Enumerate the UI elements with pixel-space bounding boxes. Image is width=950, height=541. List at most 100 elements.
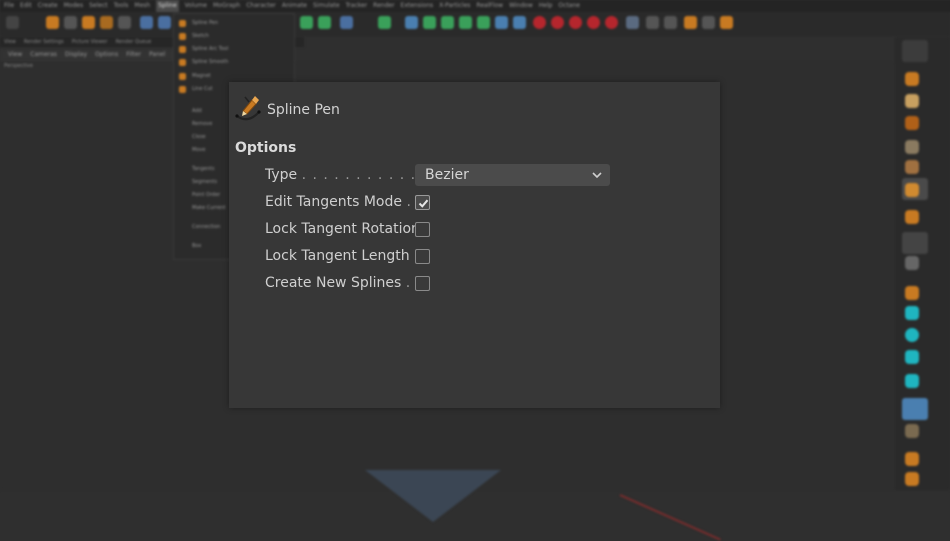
menu-item-line-cut[interactable]: Line Cut: [192, 86, 213, 92]
palette-orange-icon[interactable]: [905, 183, 919, 197]
viewport-menu-view[interactable]: View: [8, 49, 22, 61]
toolbar-icon[interactable]: [702, 16, 715, 29]
toolbar-blue-icon[interactable]: [405, 16, 418, 29]
viewport-menu-panel[interactable]: Panel: [149, 49, 165, 61]
menu-modes[interactable]: Modes: [64, 0, 83, 12]
toolbar-green-icon[interactable]: [423, 16, 436, 29]
menu-edit[interactable]: Edit: [20, 0, 32, 12]
toolbar-orange-icon[interactable]: [720, 16, 733, 29]
menu-xparticles[interactable]: X-Particles: [439, 0, 470, 12]
menu-octane[interactable]: Octane: [558, 0, 580, 12]
toolbar-tool-icon[interactable]: [64, 16, 77, 29]
toolbar-green-icon[interactable]: [378, 16, 391, 29]
toolbar-red-icon[interactable]: [533, 16, 546, 29]
viewport-menu-display[interactable]: Display: [65, 49, 87, 61]
toolbar-tool-icon[interactable]: [118, 16, 131, 29]
toolbar-blue-icon[interactable]: [340, 16, 353, 29]
menu-create[interactable]: Create: [38, 0, 58, 12]
viewport-menu-filter[interactable]: Filter: [126, 49, 141, 61]
viewport-menu-options[interactable]: Options: [95, 49, 118, 61]
toolbar-red-icon[interactable]: [587, 16, 600, 29]
toolbar-tool-icon[interactable]: [158, 16, 171, 29]
toolbar-tool-icon[interactable]: [82, 16, 95, 29]
menu-character[interactable]: Character: [246, 0, 276, 12]
palette-icon[interactable]: [905, 94, 919, 108]
menu-animate[interactable]: Animate: [282, 0, 307, 12]
menu-spline[interactable]: Spline: [156, 0, 179, 12]
menu-tools[interactable]: Tools: [114, 0, 129, 12]
menu-item-sketch[interactable]: Sketch: [192, 33, 209, 39]
menu-item-spline-pen[interactable]: Spline Pen: [192, 20, 218, 26]
toolbar-icon[interactable]: [626, 16, 639, 29]
undo-button[interactable]: [6, 16, 19, 29]
menu-simulate[interactable]: Simulate: [313, 0, 340, 12]
palette-teal-icon[interactable]: [905, 306, 919, 320]
toolbar-tool-icon[interactable]: [140, 16, 153, 29]
palette-teal-icon[interactable]: [905, 328, 919, 342]
palette-icon[interactable]: [905, 256, 919, 270]
menu-item-remove[interactable]: Remove: [192, 121, 212, 127]
menu-item-tangents[interactable]: Tangents: [192, 166, 214, 172]
tab-render-settings[interactable]: Render Settings: [24, 37, 64, 47]
palette-button[interactable]: [902, 232, 928, 254]
toolbar-red-icon[interactable]: [569, 16, 582, 29]
menu-file[interactable]: File: [4, 0, 14, 12]
toolbar-blue-icon[interactable]: [495, 16, 508, 29]
menu-extensions[interactable]: Extensions: [401, 0, 434, 12]
toolbar-icon[interactable]: [664, 16, 677, 29]
menu-item-point-order[interactable]: Point Order: [192, 192, 220, 198]
toolbar-green-icon[interactable]: [441, 16, 454, 29]
toolbar-green-icon[interactable]: [459, 16, 472, 29]
palette-icon[interactable]: [905, 140, 919, 154]
palette-teal-icon[interactable]: [905, 350, 919, 364]
palette-button[interactable]: [902, 398, 928, 420]
palette-orange-icon[interactable]: [905, 210, 919, 224]
palette-orange-icon[interactable]: [905, 472, 919, 486]
toolbar-red-icon[interactable]: [605, 16, 618, 29]
toolbar-tool-icon[interactable]: [100, 16, 113, 29]
menu-item-close[interactable]: Close: [192, 134, 206, 140]
menu-item-make-current[interactable]: Make Current: [192, 205, 226, 211]
edit-tangents-mode-checkbox[interactable]: [415, 195, 430, 210]
menu-window[interactable]: Window: [509, 0, 533, 12]
menu-select[interactable]: Select: [89, 0, 108, 12]
toolbar-red-icon[interactable]: [551, 16, 564, 29]
lock-tangent-length-checkbox[interactable]: [415, 249, 430, 264]
toolbar-tool-icon[interactable]: [46, 16, 59, 29]
menu-render[interactable]: Render: [373, 0, 394, 12]
palette-orange-icon[interactable]: [905, 286, 919, 300]
toolbar-green-icon[interactable]: [300, 16, 313, 29]
tab-picture-viewer[interactable]: Picture Viewer: [72, 37, 108, 47]
palette-orange-icon[interactable]: [905, 72, 919, 86]
toolbar-green-icon[interactable]: [318, 16, 331, 29]
tab-view[interactable]: View: [4, 37, 16, 47]
create-new-splines-checkbox[interactable]: [415, 276, 430, 291]
palette-button[interactable]: [902, 40, 928, 62]
menu-item-spline-smooth[interactable]: Spline Smooth: [192, 59, 228, 65]
menu-item-magnet[interactable]: Magnet: [192, 73, 211, 79]
tab-render-queue[interactable]: Render Queue: [116, 37, 152, 47]
type-select[interactable]: Bezier: [415, 164, 610, 186]
toolbar-green-icon[interactable]: [477, 16, 490, 29]
menu-item-spline-arc[interactable]: Spline Arc Tool: [192, 46, 228, 52]
palette-teal-icon[interactable]: [905, 374, 919, 388]
toolbar-icon[interactable]: [646, 16, 659, 29]
menu-item-connection[interactable]: Connection: [192, 224, 220, 230]
lock-tangent-rotation-checkbox[interactable]: [415, 222, 430, 237]
menu-volume[interactable]: Volume: [185, 0, 207, 12]
menu-realflow[interactable]: RealFlow: [476, 0, 503, 12]
menu-tracker[interactable]: Tracker: [346, 0, 368, 12]
menu-item-segments[interactable]: Segments: [192, 179, 217, 185]
palette-icon[interactable]: [905, 116, 919, 130]
viewport-menu-cameras[interactable]: Cameras: [30, 49, 57, 61]
menu-mograph[interactable]: MoGraph: [213, 0, 240, 12]
menu-item-move[interactable]: Move: [192, 147, 205, 153]
menu-item-box[interactable]: Box: [192, 243, 201, 249]
menu-mesh[interactable]: Mesh: [134, 0, 150, 12]
palette-icon[interactable]: [905, 424, 919, 438]
toolbar-orange-icon[interactable]: [684, 16, 697, 29]
toolbar-blue-icon[interactable]: [513, 16, 526, 29]
menu-help[interactable]: Help: [539, 0, 553, 12]
palette-icon[interactable]: [905, 160, 919, 174]
menu-item-add[interactable]: Add: [192, 108, 202, 114]
